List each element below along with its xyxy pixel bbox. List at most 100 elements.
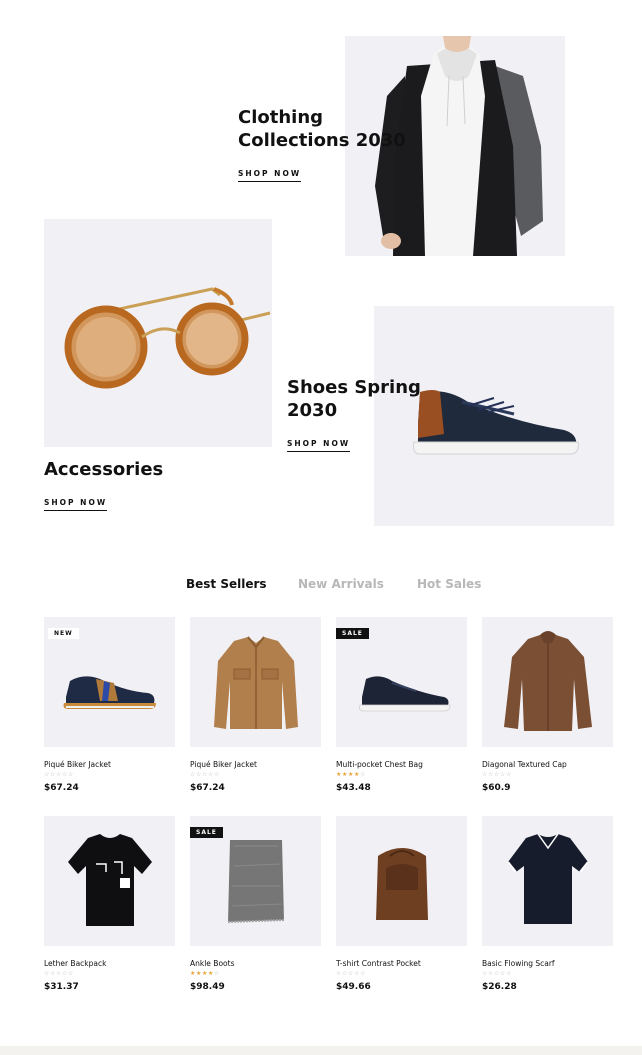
accessories-banner-text: Accessories SHOP NOW — [44, 458, 163, 511]
rating-stars: ☆ ☆ ☆ ☆ ☆ — [44, 772, 175, 780]
product-price: $67.24 — [190, 783, 225, 793]
product-filter-tabs: Best Sellers New Arrivals Hot Sales — [0, 577, 642, 595]
product-card[interactable]: Piqué Biker Jacket ☆ ☆ ☆ ☆ ☆ $67.24 — [190, 617, 321, 793]
new-badge: NEW — [48, 628, 79, 639]
star-icon: ★ — [348, 771, 354, 778]
star-icon: ☆ — [62, 970, 68, 977]
rating-stars: ☆ ☆ ☆ ☆ ☆ — [482, 971, 613, 979]
product-card[interactable]: SALE Multi-pocket Chest Bag ★ ★ ★ ★ ☆ $43.48 — [336, 617, 467, 793]
product-name[interactable]: Diagonal Textured Cap — [482, 760, 613, 769]
product-card[interactable]: Lether Backpack ☆ ☆ ☆ ☆ ☆ $31.37 — [44, 816, 175, 992]
product-name[interactable]: T-shirt Contrast Pocket — [336, 959, 467, 968]
product-image[interactable]: SALE — [190, 816, 321, 946]
product-card[interactable]: T-shirt Contrast Pocket ☆ ☆ ☆ ☆ ☆ $49.66 — [336, 816, 467, 992]
clothing-shop-now-link[interactable]: SHOP NOW — [238, 169, 302, 182]
star-icon: ☆ — [488, 771, 494, 778]
product-image[interactable] — [482, 617, 613, 747]
clothing-banner-text: Clothing Collections 2030 SHOP NOW — [238, 106, 418, 182]
product-price: $31.37 — [44, 982, 79, 992]
rating-stars: ☆ ☆ ☆ ☆ ☆ — [44, 971, 175, 979]
star-icon: ☆ — [500, 771, 506, 778]
star-icon: ☆ — [202, 771, 208, 778]
star-icon: ☆ — [354, 970, 360, 977]
tab-hot-sales[interactable]: Hot Sales — [417, 577, 481, 591]
star-icon: ☆ — [68, 771, 74, 778]
product-card[interactable]: SALE Ankle Boots ★ ★ ★ ★ ☆ $98.49 — [190, 816, 321, 992]
clothing-banner-title-2: Collections 2030 — [238, 130, 406, 151]
product-image[interactable] — [336, 816, 467, 946]
backpack-icon — [376, 848, 428, 920]
shoes-banner-text: Shoes Spring 2030 SHOP NOW — [287, 376, 437, 452]
polo-shirt-icon — [507, 833, 589, 924]
tab-new-arrivals[interactable]: New Arrivals — [298, 577, 384, 591]
product-price: $43.48 — [336, 783, 371, 793]
star-icon: ☆ — [506, 970, 512, 977]
star-icon: ☆ — [494, 771, 500, 778]
accessories-banner-title: Accessories — [44, 459, 164, 480]
star-icon: ★ — [336, 771, 342, 778]
product-card[interactable]: Diagonal Textured Cap ☆ ☆ ☆ ☆ ☆ $60.9 — [482, 617, 613, 793]
product-image[interactable] — [190, 617, 321, 747]
star-icon: ★ — [190, 970, 196, 977]
star-icon: ☆ — [56, 771, 62, 778]
star-icon: ☆ — [190, 771, 196, 778]
star-icon: ★ — [208, 970, 214, 977]
star-icon: ☆ — [360, 771, 366, 778]
star-icon: ☆ — [214, 970, 220, 977]
product-price: $49.66 — [336, 982, 371, 992]
star-icon: ☆ — [50, 970, 56, 977]
sale-badge: SALE — [336, 628, 369, 639]
star-icon: ☆ — [482, 771, 488, 778]
product-name[interactable]: Piqué Biker Jacket — [190, 760, 321, 769]
product-price: $60.9 — [482, 783, 511, 793]
jacket-icon — [214, 636, 298, 729]
star-icon: ★ — [196, 970, 202, 977]
tab-best-sellers[interactable]: Best Sellers — [186, 577, 267, 591]
product-grid: NEW Piqué Biker Jacket ☆ ☆ ☆ ☆ ☆ $67.24 Piqu… — [0, 617, 642, 1017]
product-card[interactable]: NEW Piqué Biker Jacket ☆ ☆ ☆ ☆ ☆ $67.24 — [44, 617, 175, 793]
star-icon: ☆ — [44, 970, 50, 977]
clothing-banner-title-1: Clothing — [238, 107, 324, 128]
star-icon: ☆ — [62, 771, 68, 778]
tshirt-icon — [68, 834, 152, 926]
rating-stars: ☆ ☆ ☆ ☆ ☆ — [190, 772, 321, 780]
sunglasses-image — [44, 219, 272, 447]
star-icon: ☆ — [44, 771, 50, 778]
shoes-banner-title-2: 2030 — [287, 400, 338, 421]
shoes-shop-now-link[interactable]: SHOP NOW — [287, 439, 351, 452]
star-icon: ☆ — [348, 970, 354, 977]
product-name[interactable]: Lether Backpack — [44, 959, 175, 968]
product-price: $26.28 — [482, 982, 517, 992]
product-image[interactable]: NEW — [44, 617, 175, 747]
product-name[interactable]: Multi-pocket Chest Bag — [336, 760, 467, 769]
rating-stars: ☆ ☆ ☆ ☆ ☆ — [336, 971, 467, 979]
accessories-shop-now-link[interactable]: SHOP NOW — [44, 498, 108, 511]
star-icon: ★ — [202, 970, 208, 977]
shirt-jacket-icon — [504, 631, 592, 731]
product-image[interactable] — [482, 816, 613, 946]
star-icon: ★ — [354, 771, 360, 778]
star-icon: ☆ — [68, 970, 74, 977]
product-image[interactable] — [44, 816, 175, 946]
rating-stars: ★ ★ ★ ★ ☆ — [336, 772, 467, 780]
star-icon: ☆ — [360, 970, 366, 977]
product-name[interactable]: Piqué Biker Jacket — [44, 760, 175, 769]
sale-badge: SALE — [190, 827, 223, 838]
star-icon: ☆ — [214, 771, 220, 778]
star-icon: ☆ — [506, 771, 512, 778]
product-price: $98.49 — [190, 982, 225, 992]
star-icon: ☆ — [50, 771, 56, 778]
star-icon: ☆ — [336, 970, 342, 977]
product-name[interactable]: Ankle Boots — [190, 959, 321, 968]
product-name[interactable]: Basic Flowing Scarf — [482, 959, 613, 968]
star-icon: ☆ — [494, 970, 500, 977]
star-icon: ☆ — [56, 970, 62, 977]
star-icon: ☆ — [342, 970, 348, 977]
product-card[interactable]: Basic Flowing Scarf ☆ ☆ ☆ ☆ ☆ $26.28 — [482, 816, 613, 992]
shoes-banner-title-1: Shoes Spring — [287, 377, 421, 398]
star-icon: ☆ — [208, 771, 214, 778]
accessories-banner-image[interactable] — [44, 219, 272, 447]
product-image[interactable]: SALE — [336, 617, 467, 747]
rating-stars: ★ ★ ★ ★ ☆ — [190, 971, 321, 979]
star-icon: ☆ — [488, 970, 494, 977]
